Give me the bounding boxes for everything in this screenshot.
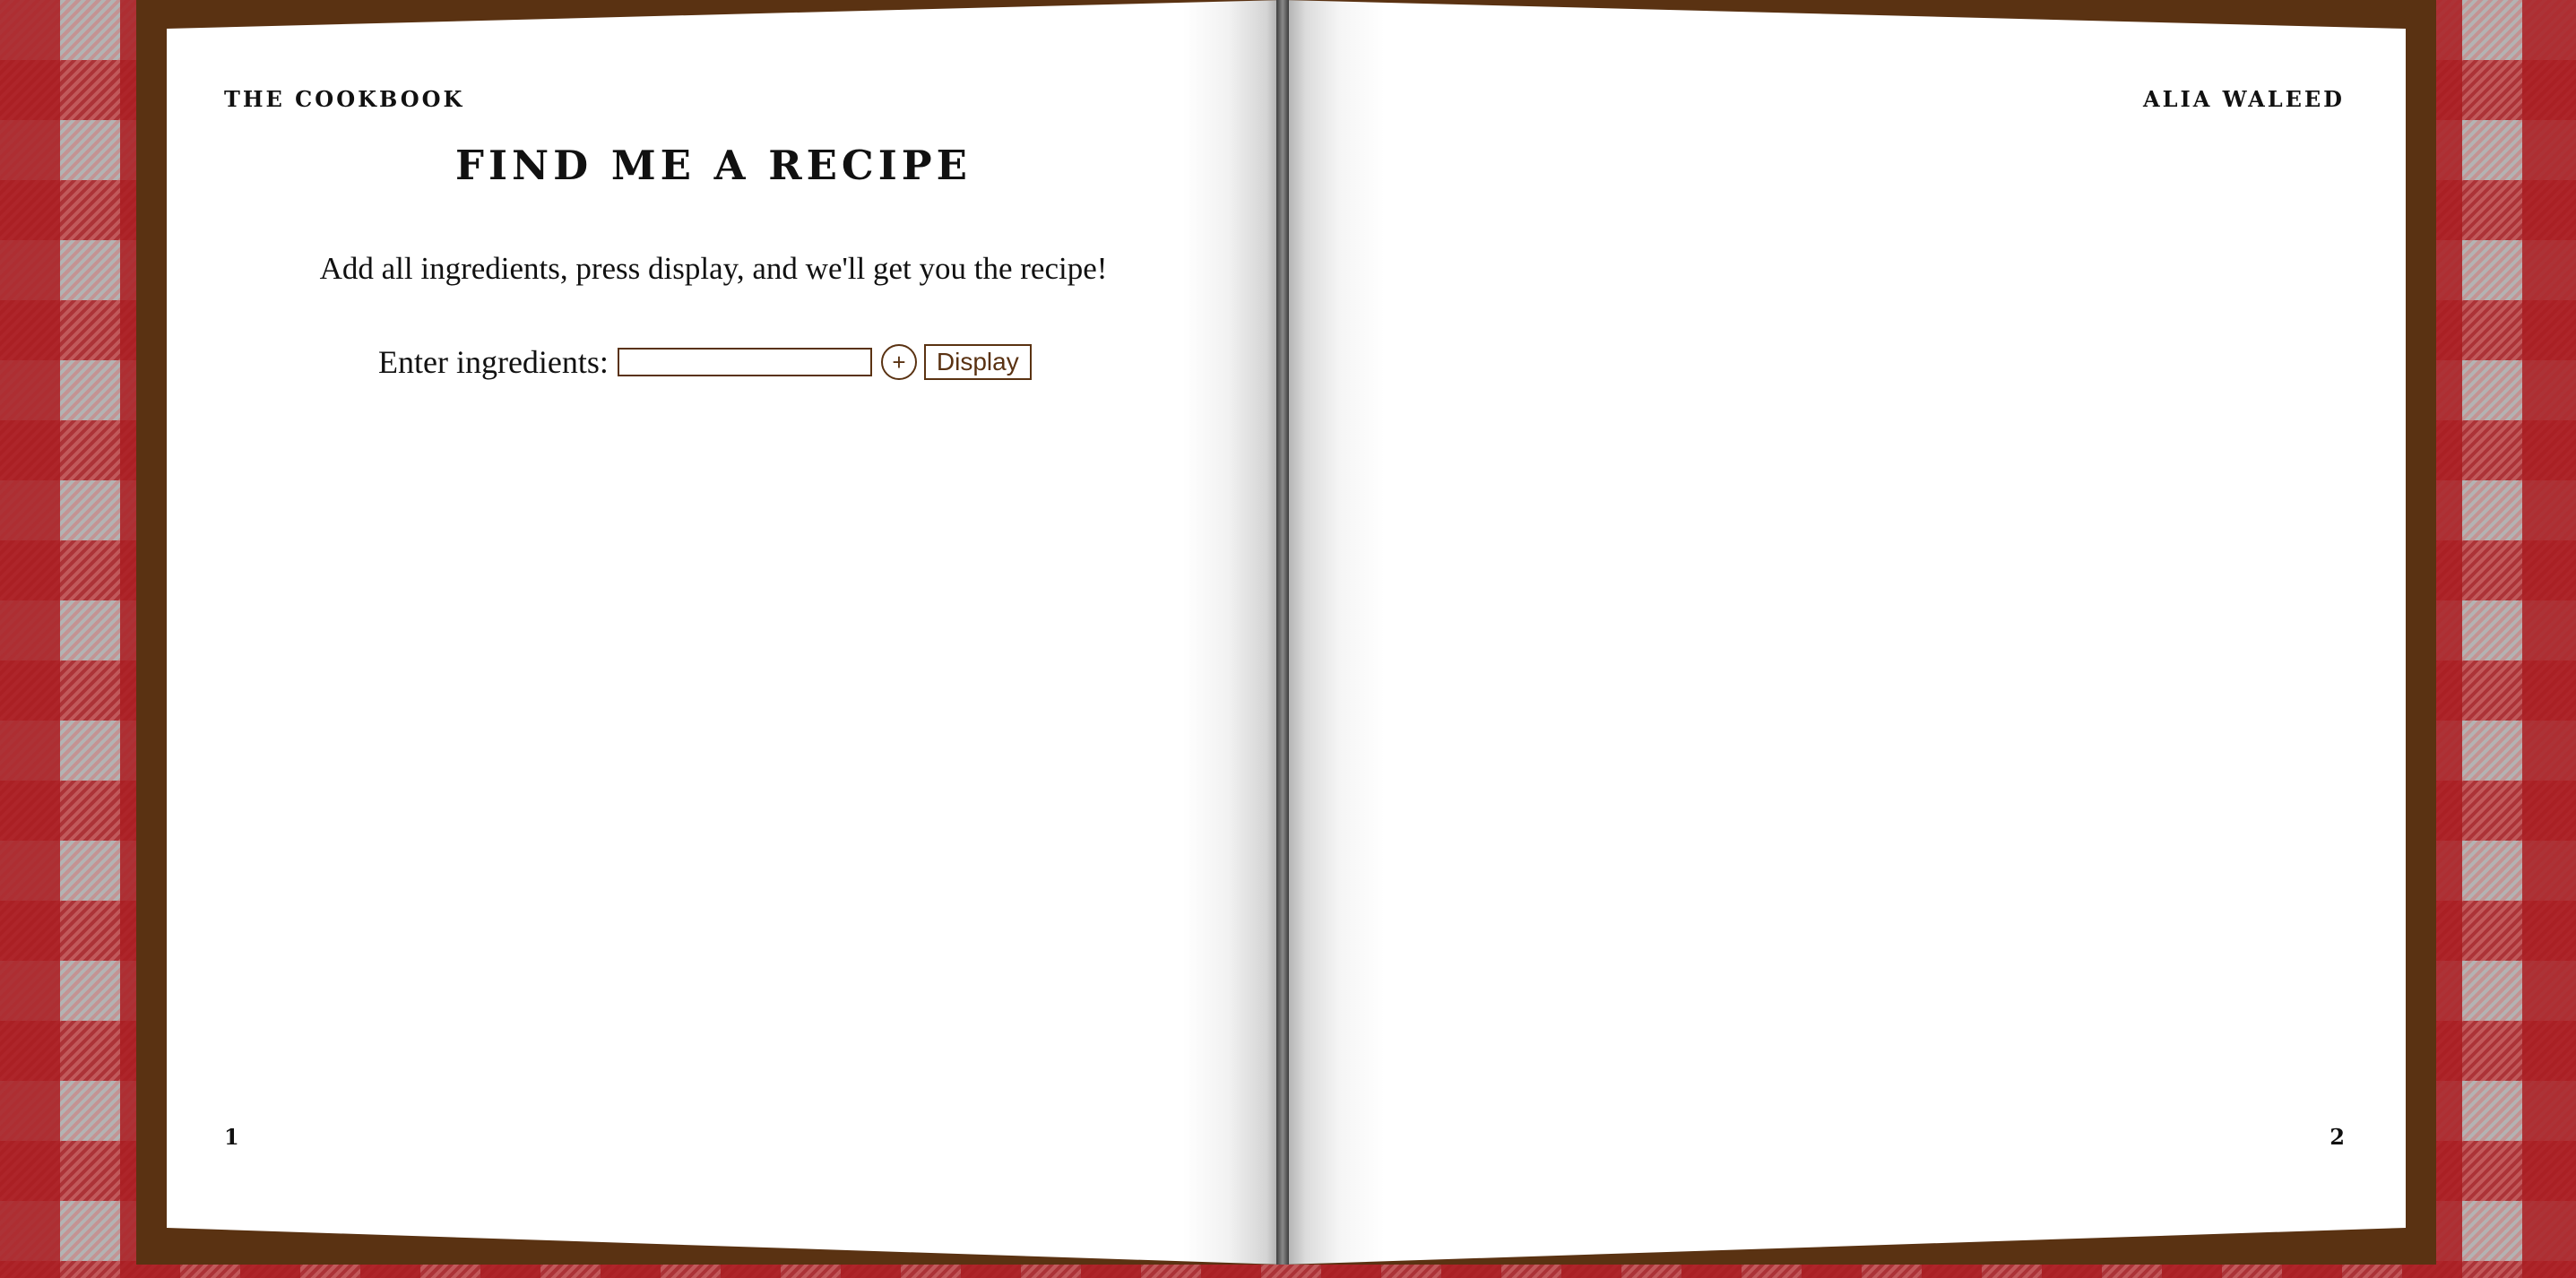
left-page: THE COOKBOOK FIND ME A RECIPE Add all in…: [167, 0, 1284, 1265]
page-title: FIND ME A RECIPE: [455, 142, 972, 189]
add-ingredient-button[interactable]: +: [880, 344, 917, 380]
author-header: ALIA WALEED: [2142, 86, 2345, 112]
right-page: ALIA WALEED 2: [1284, 0, 2406, 1265]
ingredient-entry-row: Enter ingredients: + Display: [378, 343, 1032, 381]
display-button[interactable]: Display: [923, 344, 1032, 380]
page-number-right: 2: [2330, 1124, 2345, 1150]
book-spine: [1276, 0, 1289, 1265]
ingredient-label: Enter ingredients:: [378, 344, 609, 380]
instructions-text: Add all ingredients, press display, and …: [319, 251, 1108, 286]
ingredient-input[interactable]: [617, 348, 872, 376]
page-number-left: 1: [224, 1124, 239, 1150]
book-title-header: THE COOKBOOK: [224, 86, 465, 112]
